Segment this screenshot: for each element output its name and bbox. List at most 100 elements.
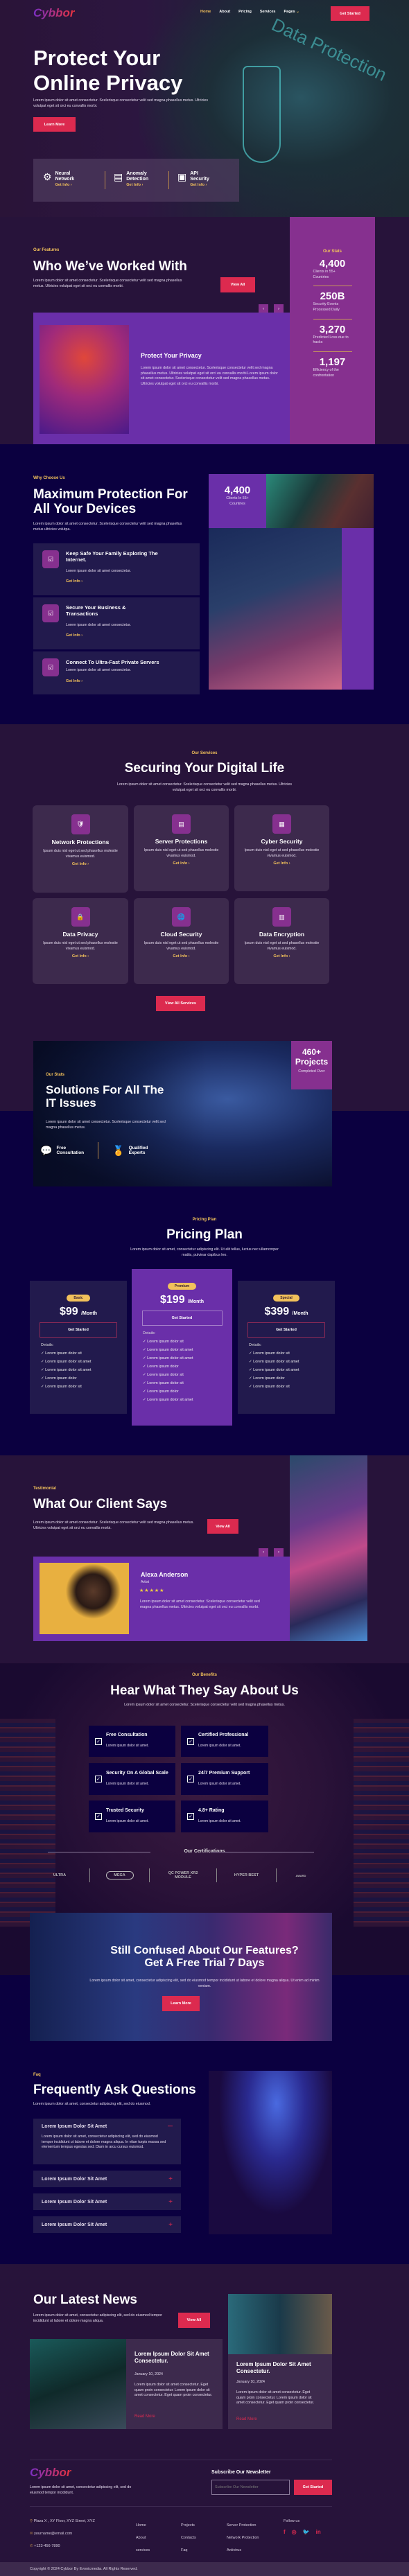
get-started-button[interactable]: Get Started	[331, 6, 369, 21]
cert-logo-award: AWARD	[295, 1873, 306, 1877]
browser-shield-icon: ▦	[272, 814, 291, 834]
view-all-button[interactable]: View All	[220, 277, 255, 292]
plus-icon: +	[168, 2175, 173, 2183]
faq-item-open[interactable]: Lorem Ipsum Dolor Sit Amet — Lorem ipsum …	[33, 2119, 181, 2164]
footer-address: ⚲ Plaza X , XY Floor, XYZ Street, XYZ	[30, 2519, 95, 2523]
server-shield-icon: ▤	[172, 814, 191, 834]
footer-link-antivirus[interactable]: Antivirus	[227, 2544, 259, 2557]
linkedin-icon[interactable]: in	[316, 2529, 321, 2535]
feature-neural-network[interactable]: ⚙ Neural Network Get Info ›	[43, 171, 105, 189]
service-card[interactable]: 🌐 Cloud Security Ipsum duis nisl eget ut s…	[134, 898, 229, 984]
newsletter-input[interactable]	[211, 2480, 290, 2495]
service-card[interactable]: ▦ Cyber Security Ipsum duis nisl eget ut s…	[234, 805, 329, 891]
news-card[interactable]: Lorem Ipsum Dolor Sit Amet Consectetur. …	[228, 2294, 332, 2429]
get-info-link[interactable]: Get Info ›	[66, 679, 82, 683]
rating-stars: ★★★★★	[139, 1588, 164, 1593]
nav-home[interactable]: Home	[200, 10, 211, 14]
read-more-link[interactable]: Read More	[134, 2415, 155, 2419]
view-all-button[interactable]: View All	[207, 1519, 238, 1534]
nav-pricing[interactable]: Pricing	[238, 10, 252, 14]
service-card[interactable]: 🛡 Network Protections Ipsum duis nisl eget…	[33, 805, 128, 893]
footer-logo[interactable]: Cybbor	[30, 2466, 71, 2480]
testimonial-card: Alexa Anderson Artist ★★★★★ Lorem ipsum …	[33, 1557, 290, 1641]
faq-item[interactable]: Lorem Ipsum Dolor Sit Amet +	[33, 2216, 181, 2233]
hero-features-box: ⚙ Neural Network Get Info › ▤ Anomaly Detec…	[33, 159, 239, 202]
why-item[interactable]: ☑ Connect To Ultra-Fast Private Servers …	[33, 651, 200, 694]
faq-item[interactable]: Lorem Ipsum Dolor Sit Amet +	[33, 2171, 181, 2187]
service-card[interactable]: ▥ Data Encryption Ipsum duis nisl eget ut …	[234, 898, 329, 984]
get-info-link[interactable]: Get Info ›	[134, 954, 229, 958]
benefit-item: ✓ 24/7 Premium Support Lorem ipsum dolor s…	[181, 1763, 268, 1795]
stats-tag: Our Stats	[322, 249, 342, 254]
view-all-button[interactable]: View All	[178, 2313, 210, 2328]
footer-link-faq[interactable]: Faq	[181, 2544, 196, 2557]
nav-about[interactable]: About	[219, 10, 230, 14]
footer-link-about[interactable]: About	[136, 2532, 150, 2544]
footer-link-projects[interactable]: Projects	[181, 2519, 196, 2532]
feature-anomaly-detection[interactable]: ▤ Anomaly Detection Get Info ›	[105, 171, 169, 189]
facebook-icon[interactable]: f	[284, 2529, 286, 2535]
get-started-button[interactable]: Get Started	[141, 1311, 223, 1326]
chevron-down-icon: ⌄	[296, 10, 299, 14]
learn-more-button[interactable]: Learn More	[162, 1996, 200, 2011]
service-text: Ipsum duis nisl eget ut sed phasellus mo…	[244, 941, 320, 951]
checkbox-icon: ☑	[42, 604, 59, 622]
get-info-link[interactable]: Get Info ›	[33, 862, 128, 866]
nav-services[interactable]: Services	[260, 10, 276, 14]
checkbox-icon: ✓	[187, 1737, 194, 1745]
get-info-link[interactable]: Get Info ›	[190, 183, 209, 187]
checkbox-icon: ✓	[95, 1813, 102, 1820]
footer-email[interactable]: ✉ yourname@email.com	[30, 2532, 72, 2536]
footer-phone[interactable]: ✆ +123-456-7890	[30, 2544, 60, 2548]
client-name: Alexa Anderson	[141, 1571, 189, 1578]
prev-arrow-button[interactable]: ‹	[259, 1548, 268, 1557]
footer-link-home[interactable]: Home	[136, 2519, 150, 2532]
feature-api-security[interactable]: ▣ API Security Get Info ›	[169, 171, 209, 189]
faq-question: Lorem Ipsum Dolor Sit Amet	[42, 2199, 107, 2205]
footer-link-contacts[interactable]: Contacts	[181, 2532, 196, 2544]
testimonial-title: What Our Client Says	[33, 1497, 168, 1512]
service-card[interactable]: ▤ Server Protections Ipsum duis nisl eget …	[134, 805, 229, 891]
get-info-link[interactable]: Get Info ›	[234, 954, 329, 958]
benefit-item: ✓ Free Consultation Lorem ipsum dolor sit …	[89, 1726, 175, 1757]
get-info-link[interactable]: Get Info ›	[33, 954, 128, 958]
get-info-link[interactable]: Get Info ›	[66, 633, 82, 638]
next-arrow-button[interactable]: ›	[274, 1548, 284, 1557]
services-text: Lorem ipsum dolor sit amet consectetur. …	[116, 782, 292, 792]
news-post-text: Lorem ipsum dolor sit amet consectetur. …	[134, 2383, 213, 2398]
star-icon: ★	[159, 1588, 165, 1593]
why-item[interactable]: ☑ Keep Safe Your Family Exploring The In…	[33, 543, 200, 595]
award-icon: 🏅	[112, 1144, 125, 1156]
neon-glasses-image	[290, 1455, 367, 1641]
read-more-link[interactable]: Read More	[236, 2417, 257, 2421]
news-card[interactable]: Lorem Ipsum Dolor Sit Amet Consectetur. …	[30, 2339, 223, 2429]
instagram-icon[interactable]: ◎	[292, 2529, 297, 2535]
server-racks-right	[354, 1719, 409, 1927]
twitter-icon[interactable]: 🐦	[303, 2529, 310, 2535]
get-started-button[interactable]: Get Started	[40, 1322, 117, 1338]
footer-link-network-protection[interactable]: Network Protection	[227, 2532, 259, 2544]
nav-pages[interactable]: Pages ⌄	[284, 10, 299, 14]
client-role: Artist	[141, 1580, 150, 1584]
get-info-link[interactable]: Get Info ›	[55, 183, 75, 187]
newsletter-submit-button[interactable]: Get Started	[294, 2480, 332, 2495]
service-text: Ipsum duis nisl eget ut sed phasellus mo…	[143, 848, 219, 858]
cta-title: Still Confused About Our Features? Get A …	[110, 1945, 299, 1969]
get-info-link[interactable]: Get Info ›	[126, 183, 148, 187]
minus-icon[interactable]: —	[168, 2124, 173, 2129]
get-info-link[interactable]: Get Info ›	[234, 861, 329, 866]
why-item-text: Lorem ipsum dolor sit amet consectetur.	[66, 569, 131, 573]
service-title: Data Privacy	[62, 931, 98, 938]
service-card[interactable]: 🔒 Data Privacy Ipsum duis nisl eget ut sed…	[33, 898, 128, 984]
logo[interactable]: Cybbor	[33, 6, 75, 20]
view-all-services-button[interactable]: View All Services	[156, 996, 205, 1011]
get-info-link[interactable]: Get Info ›	[66, 579, 82, 584]
why-item[interactable]: ☑ Secure Your Business & Transactions Lo…	[33, 597, 200, 649]
footer-link-services[interactable]: services	[136, 2544, 150, 2557]
learn-more-button[interactable]: Learn More	[33, 117, 76, 132]
footer-link-server-protection[interactable]: Server Protection	[227, 2519, 259, 2532]
get-started-button[interactable]: Get Started	[247, 1322, 325, 1338]
get-info-link[interactable]: Get Info ›	[134, 861, 229, 866]
faq-item[interactable]: Lorem Ipsum Dolor Sit Amet +	[33, 2193, 181, 2210]
technician-image	[30, 2339, 126, 2429]
